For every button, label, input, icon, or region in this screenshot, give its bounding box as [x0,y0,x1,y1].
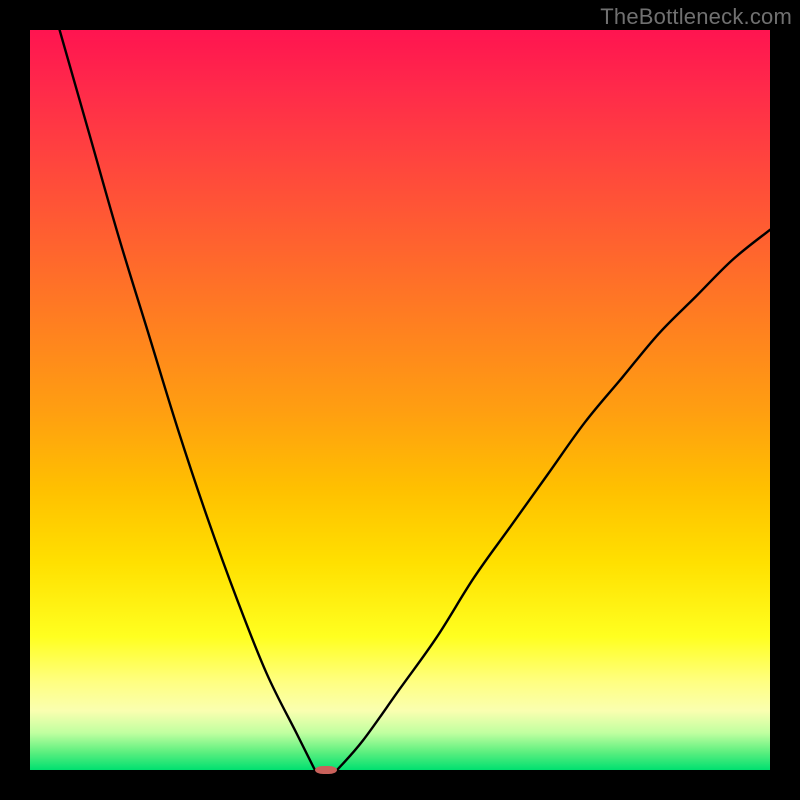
optimum-marker [315,766,337,775]
plot-area [30,30,770,770]
curve-right-branch [337,230,770,770]
curve-left-branch [60,30,315,770]
chart-frame: TheBottleneck.com [0,0,800,800]
watermark-text: TheBottleneck.com [600,4,792,30]
bottleneck-curve [30,30,770,770]
